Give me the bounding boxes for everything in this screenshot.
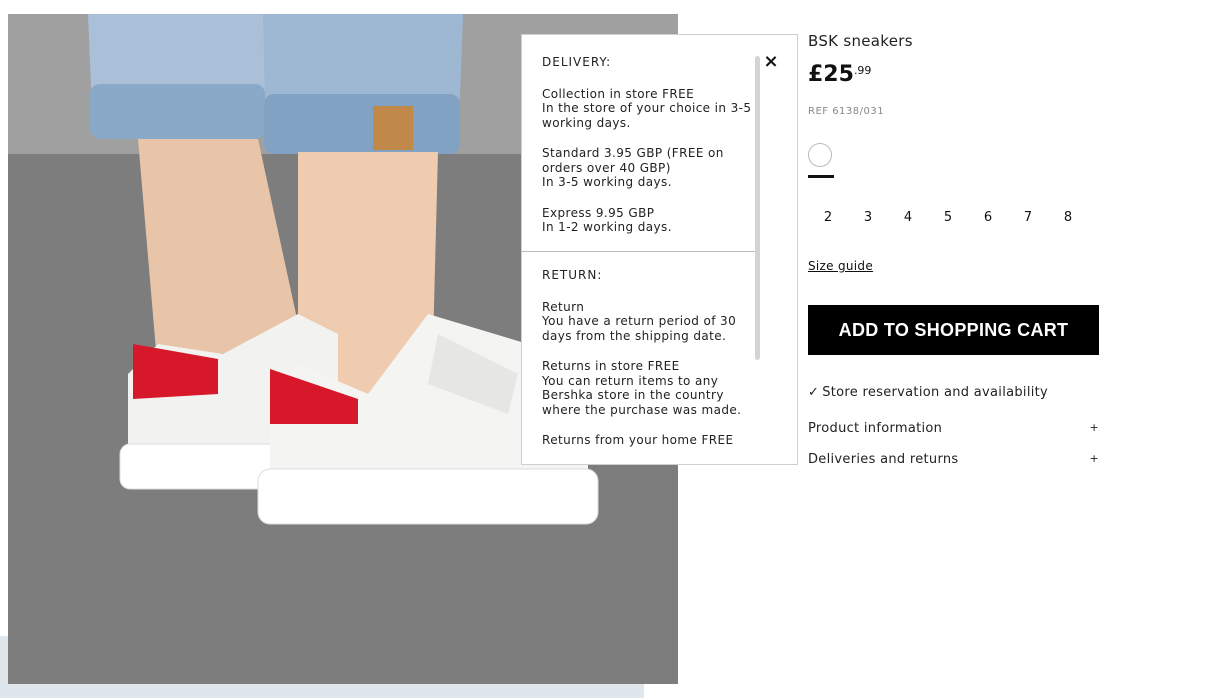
delivery-popup: × DELIVERY: Collection in store FREE In … <box>521 34 798 465</box>
price-cents: .99 <box>853 64 872 77</box>
delivery-item-collection: Collection in store FREE In the store of… <box>542 87 752 131</box>
product-price: £25.99 <box>808 62 871 87</box>
popup-scrollbar[interactable] <box>755 56 760 360</box>
return-line: You have a return period of 30 <box>542 314 737 328</box>
return-line: where the purchase was made. <box>542 402 742 417</box>
size-option[interactable]: 8 <box>1048 210 1088 225</box>
selected-color-indicator <box>808 175 834 178</box>
add-to-cart-button[interactable]: ADD TO SHOPPING CART <box>808 305 1099 355</box>
delivery-line: orders over 40 GBP) <box>542 160 671 175</box>
size-option[interactable]: 4 <box>888 210 928 225</box>
delivery-item-standard: Standard 3.95 GBP (FREE on orders over 4… <box>542 146 752 190</box>
checkmark-icon: ✓ <box>808 385 820 400</box>
return-line: You can return items to any <box>542 373 719 388</box>
return-item-store: Returns in store FREE You can return ite… <box>542 359 752 417</box>
size-option[interactable]: 2 <box>808 210 848 225</box>
return-line: Return <box>542 299 585 314</box>
size-option[interactable]: 5 <box>928 210 968 225</box>
color-swatch-white[interactable] <box>808 143 832 167</box>
delivery-line: Collection in store FREE <box>542 86 695 101</box>
accordion-deliveries-returns[interactable]: Deliveries and returns + <box>808 452 1099 467</box>
return-line: Returns from your home FREE <box>542 433 734 447</box>
delivery-line: Express 9.95 GBP <box>542 205 655 220</box>
plus-icon: + <box>1089 452 1099 465</box>
delivery-line: In 1-2 working days. <box>542 220 672 234</box>
delivery-heading: DELIVERY: <box>542 55 612 69</box>
size-option[interactable]: 3 <box>848 210 888 225</box>
product-title: BSK sneakers <box>808 32 913 50</box>
return-heading: RETURN: <box>542 268 603 282</box>
delivery-line: In the store of your choice in 3-5 <box>542 101 752 115</box>
delivery-line: Standard 3.95 GBP (FREE on <box>542 146 724 160</box>
store-reservation-label: Store reservation and availability <box>822 385 1049 400</box>
popup-divider <box>522 251 755 252</box>
product-ref: REF 6138/031 <box>808 106 885 117</box>
delivery-line: working days. <box>542 115 631 130</box>
delivery-line: In 3-5 working days. <box>542 175 672 189</box>
accordion-product-information[interactable]: Product information + <box>808 421 1099 436</box>
accordion-label: Deliveries and returns <box>808 452 959 467</box>
price-main: £25 <box>808 62 854 87</box>
return-item-period: Return You have a return period of 30 da… <box>542 300 752 344</box>
return-content: RETURN: Return You have a return period … <box>542 268 752 448</box>
return-item-home: Returns from your home FREE <box>542 433 752 448</box>
size-option[interactable]: 6 <box>968 210 1008 225</box>
close-icon[interactable]: × <box>764 53 779 71</box>
store-reservation-link[interactable]: ✓ Store reservation and availability <box>808 385 1048 400</box>
delivery-item-express: Express 9.95 GBP In 1-2 working days. <box>542 206 752 235</box>
return-line: Bershka store in the country <box>542 388 724 402</box>
size-selector: 2 3 4 5 6 7 8 <box>808 210 1088 225</box>
accordion-label: Product information <box>808 421 943 436</box>
return-line: days from the shipping date. <box>542 328 727 343</box>
size-guide-link[interactable]: Size guide <box>808 259 873 273</box>
return-line: Returns in store FREE <box>542 359 680 373</box>
popup-content: DELIVERY: Collection in store FREE In th… <box>542 55 752 235</box>
size-option[interactable]: 7 <box>1008 210 1048 225</box>
plus-icon: + <box>1089 421 1099 434</box>
